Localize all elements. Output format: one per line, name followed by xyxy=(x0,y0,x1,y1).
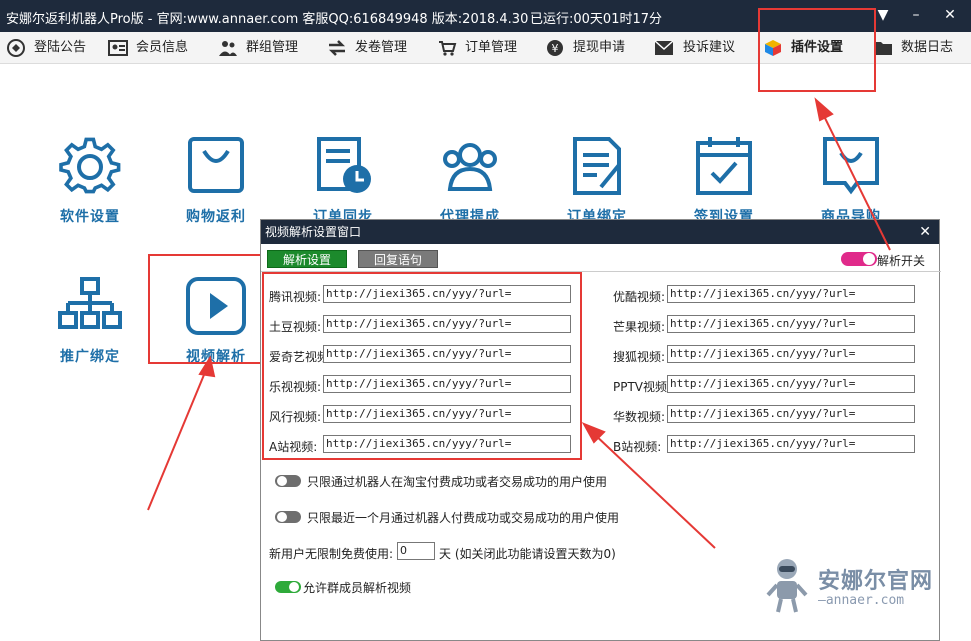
highlight-parse-fields xyxy=(262,272,582,460)
option-taobao-paid-only: 只限通过机器人在淘宝付费成功或者交易成功的用户使用 xyxy=(307,475,608,489)
toggle-group-members-parse[interactable] xyxy=(275,581,301,593)
field-label-bilibili: B站视频: xyxy=(613,440,662,454)
svg-text:¥: ¥ xyxy=(552,42,559,55)
parse-switch-label: 解析开关 xyxy=(877,254,926,268)
app-checkin-settings[interactable]: 签到设置 xyxy=(674,135,774,226)
app-agent-commission[interactable]: 代理提成 xyxy=(420,135,520,226)
menu-label: 群组管理 xyxy=(246,40,299,55)
highlight-video-parse xyxy=(148,254,262,364)
folder-icon xyxy=(874,42,892,55)
calendar-check-icon xyxy=(696,137,752,195)
minimize-icon[interactable]: – xyxy=(906,5,926,25)
app-software-settings[interactable]: 软件设置 xyxy=(40,135,140,226)
arrow-to-video-parse xyxy=(147,369,207,511)
dialog-title: 视频解析设置窗口 xyxy=(265,225,362,239)
field-label-wasu: 华数视频: xyxy=(613,410,666,424)
field-label-mango: 芒果视频: xyxy=(613,320,666,334)
input-youku-url[interactable]: http://jiexi365.cn/yyy/?url= xyxy=(667,285,915,303)
menu-label: 发卷管理 xyxy=(355,40,408,55)
app-label: 软件设置 xyxy=(60,209,120,225)
watermark-title: 安娜尔官网 xyxy=(818,569,934,594)
free-days-label: 新用户无限制免费使用: xyxy=(269,547,394,561)
input-wasu-url[interactable]: http://jiexi365.cn/yyy/?url= xyxy=(667,405,915,423)
tab-parse-settings[interactable]: 解析设置 xyxy=(267,250,347,268)
toggle-taobao-paid-only[interactable] xyxy=(275,475,301,487)
arrowhead-plugin-settings xyxy=(814,97,834,122)
users-icon xyxy=(443,143,497,191)
robot-logo-icon xyxy=(766,559,808,613)
parse-switch-toggle[interactable] xyxy=(841,252,877,266)
app-label: 购物返利 xyxy=(186,209,246,225)
field-label-sohu: 搜狐视频: xyxy=(613,350,666,364)
close-icon[interactable]: ✕ xyxy=(940,5,960,25)
dropdown-menu-icon[interactable]: ▼ xyxy=(873,5,893,25)
mail-icon xyxy=(654,40,674,55)
menu-label: 提现申请 xyxy=(573,40,626,55)
free-days-unit: 天 (如关闭此功能请设置天数为0) xyxy=(439,547,616,561)
document-edit-icon xyxy=(573,137,621,195)
uptime-label: 已运行:00天01时17分 xyxy=(530,12,663,27)
group-icon xyxy=(219,41,237,56)
free-days-input[interactable]: 0 xyxy=(397,542,435,560)
chat-bag-icon xyxy=(823,137,879,195)
watermark-url: —annaer.com xyxy=(818,593,905,608)
tab-reply-phrases[interactable]: 回复语句 xyxy=(358,250,438,268)
menu-label: 会员信息 xyxy=(136,40,189,55)
gear-icon xyxy=(59,137,121,194)
app-product-guide[interactable]: 商品导购 xyxy=(801,135,901,226)
annaer-watermark: 安娜尔官网 —annaer.com xyxy=(760,555,960,615)
field-label-pptv: PPTV视频: xyxy=(613,380,672,394)
shopping-bag-icon xyxy=(188,137,244,193)
input-sohu-url[interactable]: http://jiexi365.cn/yyy/?url= xyxy=(667,345,915,363)
dialog-title-bar: 视频解析设置窗口 ✕ xyxy=(261,220,939,244)
cart-icon xyxy=(439,41,457,56)
input-mango-url[interactable]: http://jiexi365.cn/yyy/?url= xyxy=(667,315,915,333)
option-last-month-only: 只限最近一个月通过机器人付费成功或交易成功的用户使用 xyxy=(307,511,620,525)
menu-label: 数据日志 xyxy=(901,40,954,55)
window-title: 安娜尔返利机器人Pro版 - 官网:www.annaer.com 客服QQ:61… xyxy=(6,12,529,27)
input-pptv-url[interactable]: http://jiexi365.cn/yyy/?url= xyxy=(667,375,915,393)
highlight-plugin-settings xyxy=(758,8,876,92)
input-bilibili-url[interactable]: http://jiexi365.cn/yyy/?url= xyxy=(667,435,915,453)
member-card-icon xyxy=(108,40,128,56)
option-group-members-parse: 允许群成员解析视频 xyxy=(303,581,412,595)
order-sync-icon xyxy=(317,137,371,193)
dialog-close-icon[interactable]: ✕ xyxy=(919,220,931,244)
app-label: 推广绑定 xyxy=(60,349,120,365)
login-notice-icon xyxy=(7,39,25,57)
app-shopping-rebate[interactable]: 购物返利 xyxy=(166,135,266,226)
toggle-last-month-only[interactable] xyxy=(275,511,301,523)
app-order-sync[interactable]: 订单同步 xyxy=(293,135,393,226)
menu-label: 投诉建议 xyxy=(683,40,736,55)
field-label-youku: 优酷视频: xyxy=(613,290,666,304)
app-order-binding[interactable]: 订单绑定 xyxy=(547,135,647,226)
transfer-icon xyxy=(328,40,346,56)
menu-label: 订单管理 xyxy=(465,40,518,55)
yen-icon: ¥ xyxy=(547,40,563,56)
menu-label: 登陆公告 xyxy=(34,40,87,55)
org-chart-icon xyxy=(58,277,122,329)
app-promo-binding[interactable]: 推广绑定 xyxy=(40,275,140,366)
